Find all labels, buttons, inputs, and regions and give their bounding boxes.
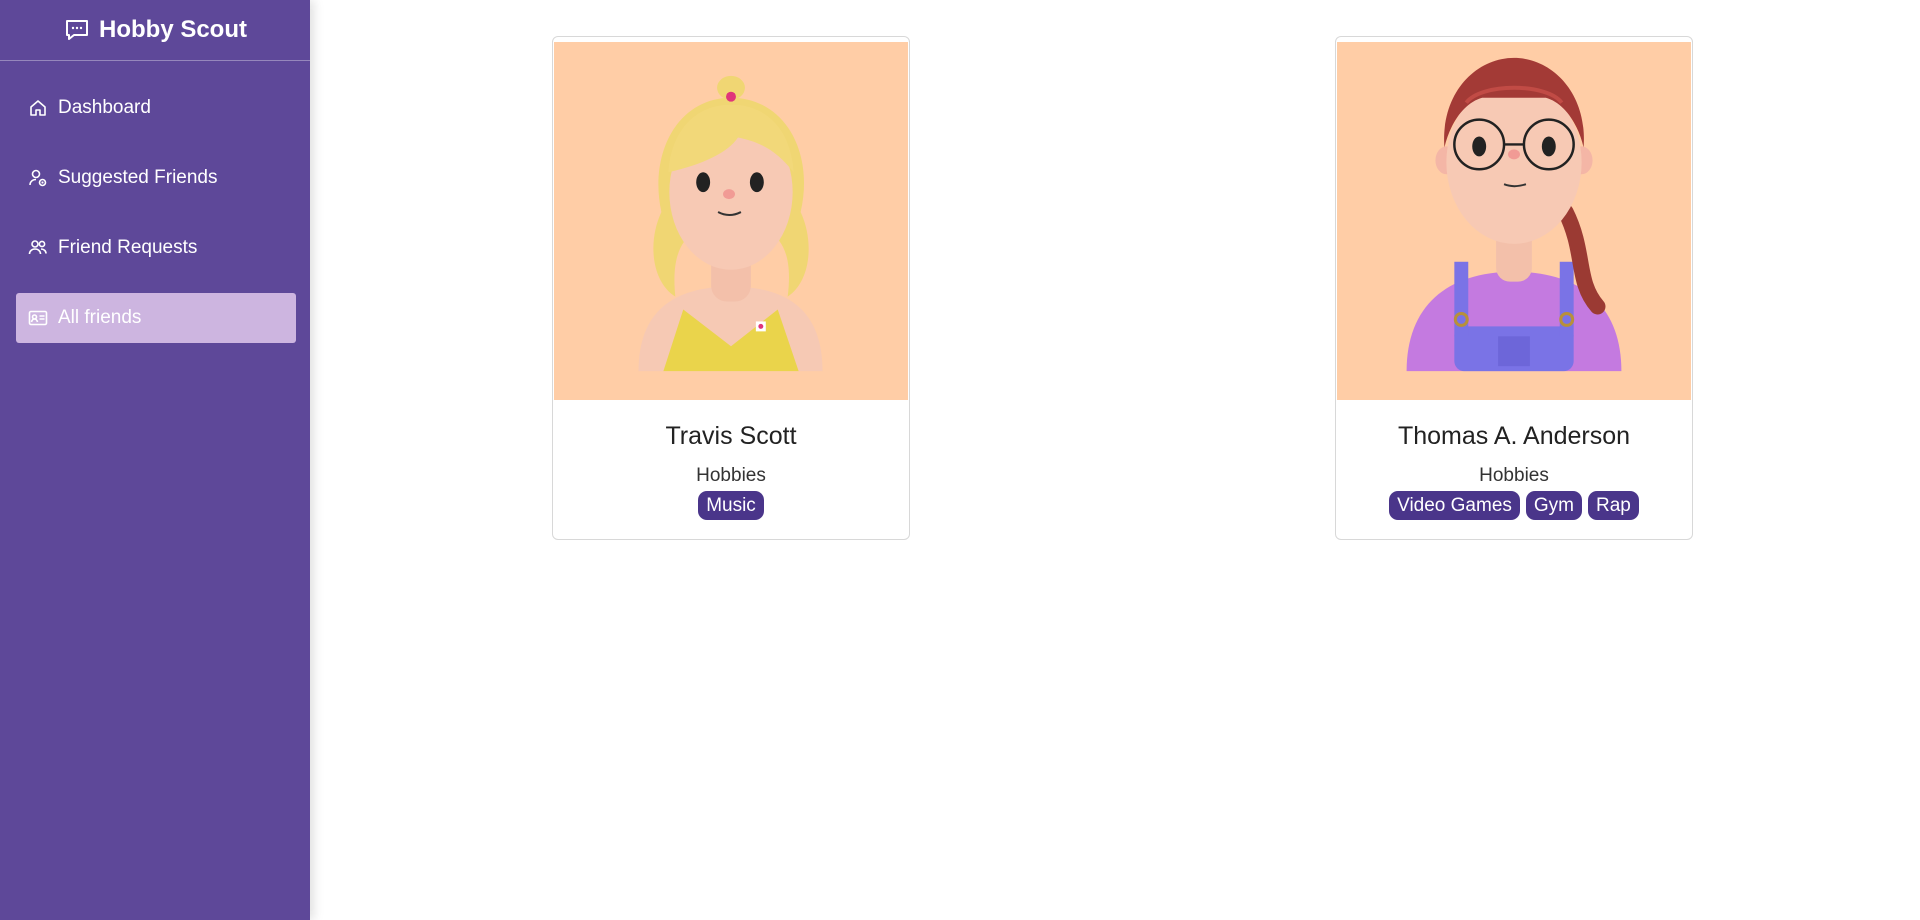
sidebar-item-label: Friend Requests (58, 237, 198, 258)
glasses-avatar-illustration (1337, 43, 1691, 399)
avatar (554, 42, 908, 400)
avatar (1337, 42, 1691, 400)
sidebar-item-dashboard[interactable]: Dashboard (16, 83, 296, 133)
friend-card[interactable]: Thomas A. Anderson Hobbies Video Games G… (1335, 36, 1693, 540)
hobbies-label: Hobbies (1479, 465, 1549, 486)
sidebar-item-suggested-friends[interactable]: Suggested Friends (16, 153, 296, 203)
hobby-tags: Video Games Gym Rap (1336, 491, 1692, 520)
main-content: Travis Scott Hobbies Music Thomas A. And… (310, 0, 1920, 920)
friend-card[interactable]: Travis Scott Hobbies Music (552, 36, 910, 540)
user-suggest-icon (28, 168, 48, 188)
brand[interactable]: Hobby Scout (0, 0, 310, 61)
friend-name: Thomas A. Anderson (1397, 422, 1631, 450)
users-icon (28, 238, 48, 258)
hobby-tag: Gym (1525, 491, 1583, 520)
friend-name: Travis Scott (665, 422, 797, 450)
sidebar-item-friend-requests[interactable]: Friend Requests (16, 223, 296, 273)
hobby-tag: Video Games (1389, 491, 1520, 520)
sidebar-item-label: Suggested Friends (58, 167, 218, 188)
id-card-icon (28, 308, 48, 328)
sidebar-nav: Dashboard Suggested Friends Friend Reque… (0, 61, 310, 343)
blonde-avatar-illustration (554, 43, 908, 399)
sidebar-item-all-friends[interactable]: All friends (16, 293, 296, 343)
sidebar: Hobby Scout Dashboard Suggested Friends (0, 0, 310, 920)
chat-bubble-icon (63, 16, 91, 44)
sidebar-item-label: Dashboard (58, 97, 151, 118)
home-icon (28, 98, 48, 118)
hobby-tag: Rap (1588, 491, 1639, 520)
hobby-tags: Music (553, 491, 909, 520)
sidebar-item-label: All friends (58, 307, 142, 328)
hobbies-label: Hobbies (696, 465, 766, 486)
hobby-tag: Music (698, 491, 764, 520)
app-title: Hobby Scout (99, 16, 247, 43)
